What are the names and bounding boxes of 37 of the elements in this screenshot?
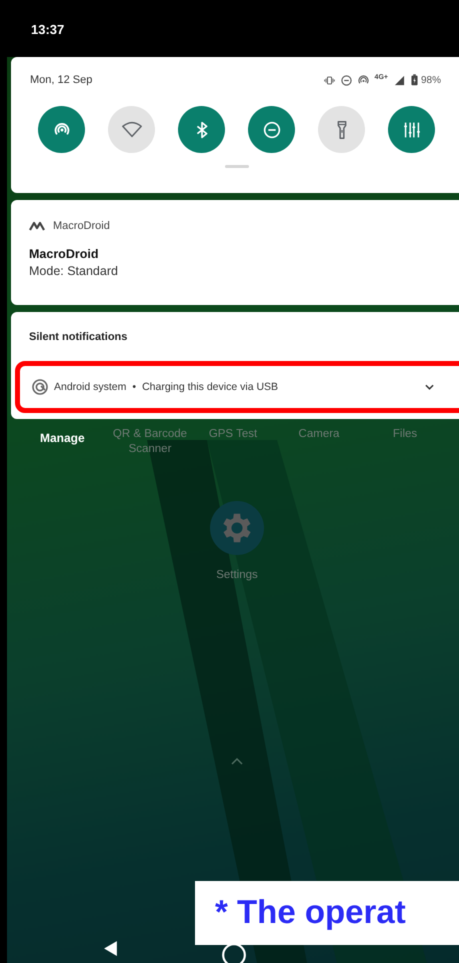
app-logo-icon bbox=[29, 221, 45, 231]
notification-text: Mode: Standard bbox=[29, 264, 119, 278]
manage-button[interactable]: Manage bbox=[40, 431, 110, 445]
app-label: Camera bbox=[298, 427, 340, 442]
app-name-text: MacroDroid bbox=[53, 220, 110, 232]
notification-title: MacroDroid bbox=[29, 247, 100, 261]
vibrate-icon bbox=[324, 74, 335, 86]
app-drawer-caret-icon[interactable] bbox=[231, 758, 243, 765]
date-text: Mon, 12 Sep bbox=[30, 74, 92, 86]
battery-icon bbox=[410, 74, 418, 86]
section-header: Silent notifications bbox=[28, 331, 128, 343]
do-not-disturb-icon bbox=[340, 74, 352, 86]
app-name-text: Android system bbox=[54, 381, 126, 393]
caption-text: * The operat bbox=[195, 881, 459, 945]
app-label: GPS Test bbox=[208, 427, 258, 442]
battery-percent-text: 98% bbox=[420, 74, 441, 86]
app-label: Settings bbox=[215, 568, 259, 583]
expand-chevron-icon[interactable] bbox=[425, 384, 434, 390]
quick-settings-tile[interactable] bbox=[388, 106, 435, 153]
drag-handle[interactable] bbox=[225, 165, 249, 168]
back-icon[interactable] bbox=[103, 940, 118, 956]
app-label: QR & Barcode Scanner bbox=[112, 427, 188, 457]
signal-icon bbox=[394, 74, 405, 86]
hotspot-icon bbox=[358, 74, 369, 86]
android-system-icon bbox=[32, 379, 48, 395]
home-icon[interactable] bbox=[221, 942, 247, 963]
quick-settings-tile[interactable] bbox=[248, 106, 295, 153]
quick-settings-tile[interactable] bbox=[38, 106, 85, 153]
notification-card[interactable]: MacroDroid MacroDroid Mode: Standard bbox=[11, 200, 459, 305]
quick-settings-tile[interactable] bbox=[318, 106, 365, 153]
notification-text: Charging this device via USB bbox=[142, 381, 278, 393]
app-label: Files bbox=[392, 427, 418, 442]
quick-settings-tile[interactable] bbox=[178, 106, 225, 153]
notification-row[interactable]: Android system • Charging this device via USB bbox=[15, 361, 459, 413]
separator-dot: • bbox=[132, 381, 136, 393]
quick-settings-tile[interactable] bbox=[108, 106, 155, 153]
clock-time: 13:37 bbox=[31, 22, 64, 37]
